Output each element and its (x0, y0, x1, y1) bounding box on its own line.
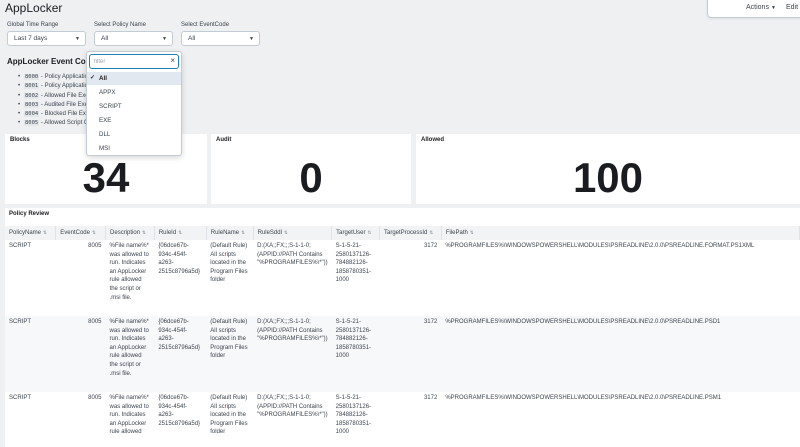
table-row[interactable]: SCRIPT 8005 %File name%* was allowed to … (5, 316, 800, 392)
policy-name-value: All (101, 35, 109, 42)
cell-target-user: S-1-5-21-2580137126-784882126-1858780351… (331, 392, 380, 447)
cell-rule-id: {06dce67b-934c-454f-a263-2515c8796a5d} (154, 316, 207, 392)
cell-target-user: S-1-5-21-2580137126-784882126-1858780351… (331, 316, 380, 392)
allowed-panel: Allowed 100 (416, 134, 800, 204)
sort-icon: ⇅ (178, 230, 182, 235)
cell-event-code: 8005 (55, 392, 106, 447)
blocks-label: Blocks (10, 137, 30, 143)
event-code-value: All (188, 35, 196, 42)
dropdown-option-script[interactable]: SCRIPT (87, 100, 181, 113)
column-header-rulename[interactable]: RuleName ⇅ (206, 226, 254, 240)
dropdown-option-dll[interactable]: DLL (87, 128, 181, 141)
sort-icon: ⇅ (43, 230, 47, 235)
cell-rule-id: {06dce67b-934c-454f-a263-2515c8796a5d} (154, 392, 207, 447)
cell-description: %File name%* was allowed to run. Indicat… (105, 316, 155, 392)
chevron-down-icon: ▼ (75, 36, 80, 42)
audit-value: 0 (299, 154, 323, 201)
cell-event-code: 8005 (55, 240, 106, 316)
top-actions-bar: Actions ▼ Edit (707, 0, 800, 18)
time-range-label: Global Time Range (7, 22, 59, 28)
cell-rule-sddl: D:(XA;;FX;;;S-1-1-0;(APPID://PATH Contai… (253, 240, 332, 316)
column-header-filepath[interactable]: FilePath ⇅ (441, 226, 800, 240)
dropdown-option-msi[interactable]: MSI (87, 142, 181, 155)
time-range-select[interactable]: Last 7 days ▼ (7, 31, 86, 46)
policy-name-select[interactable]: All ▼ (94, 31, 173, 46)
cell-description: %File name%* was allowed to run. Indicat… (105, 392, 155, 447)
cell-policy-name: SCRIPT (5, 240, 56, 316)
cell-rule-sddl: D:(XA;;FX;;;S-1-1-0;(APPID://PATH Contai… (253, 316, 332, 392)
app-header: AppLocker Actions ▼ Edit (0, 0, 800, 20)
column-header-policyname[interactable]: PolicyName ⇅ (5, 226, 57, 240)
dropdown-option-all[interactable]: ✓ All (87, 72, 181, 85)
event-code-select[interactable]: All ▼ (181, 31, 260, 46)
cell-process-id: 3172 (379, 316, 442, 392)
cell-target-user: S-1-5-21-2580137126-784882126-1858780351… (331, 240, 380, 316)
edit-button[interactable]: Edit (786, 4, 798, 11)
audit-panel: Audit 0 (211, 134, 411, 204)
time-range-value: Last 7 days (14, 35, 48, 42)
actions-label: Actions (746, 4, 769, 11)
check-icon: ✓ (90, 75, 96, 81)
cell-file-path: %PROGRAMFILES%\WINDOWSPOWERSHELL\MODULES… (441, 392, 800, 447)
allowed-value: 100 (572, 154, 644, 201)
column-header-targetuser[interactable]: TargetUser ⇅ (331, 226, 380, 240)
sort-icon: ⇅ (142, 230, 146, 235)
filter-box: × (89, 54, 179, 69)
chevron-down-icon: ▼ (249, 36, 254, 42)
policy-review-panel: Policy Review PolicyName ⇅ EventCode ⇅ Des… (5, 208, 800, 447)
cell-rule-name: (Default Rule) All scripts located in th… (206, 316, 254, 392)
cell-rule-name: (Default Rule) All scripts located in th… (206, 392, 254, 447)
table-row[interactable]: SCRIPT 8005 %File name%* was allowed to … (5, 240, 800, 316)
cell-rule-name: (Default Rule) All scripts located in th… (206, 240, 254, 316)
page-title: AppLocker (5, 1, 63, 15)
cell-process-id: 3172 (379, 240, 442, 316)
policy-review-table: PolicyName ⇅ EventCode ⇅ Description ⇅ Rule… (5, 226, 800, 447)
cell-event-code: 8005 (55, 316, 106, 392)
close-icon[interactable]: × (170, 56, 175, 66)
sort-icon: ⇅ (429, 230, 434, 235)
allowed-label: Allowed (421, 137, 445, 143)
policy-name-label: Select Policy Name (94, 22, 147, 28)
column-header-eventcode[interactable]: EventCode ⇅ (55, 226, 107, 240)
sort-icon: ⇅ (91, 230, 96, 235)
cell-file-path: %PROGRAMFILES%\WINDOWSPOWERSHELL\MODULES… (441, 240, 800, 316)
filter-input[interactable] (94, 57, 164, 66)
audit-label: Audit (216, 137, 232, 143)
cell-policy-name: SCRIPT (5, 316, 56, 392)
column-header-ruleid[interactable]: RuleId ⇅ (154, 226, 207, 240)
sort-icon: ⇅ (283, 230, 288, 235)
cell-process-id: 3172 (379, 392, 442, 447)
event-code-label: Select EventCode (181, 22, 230, 28)
column-header-targetprocessid[interactable]: TargetProcessId ⇅ (379, 226, 442, 240)
column-header-rulesddl[interactable]: RuleSddl ⇅ (253, 226, 333, 240)
dropdown-option-exe[interactable]: EXE (87, 114, 181, 127)
policy-name-dropdown: × ✓All APPX SCRIPT EXE DLL MSI (86, 51, 182, 156)
cell-policy-name: SCRIPT (5, 392, 56, 447)
blocks-value: 34 (82, 154, 130, 201)
cell-rule-sddl: D:(XA;;FX;;;S-1-1-0;(APPID://PATH Contai… (253, 392, 332, 447)
table-row[interactable]: SCRIPT 8005 %File name%* was allowed to … (5, 392, 800, 447)
column-header-description[interactable]: Description ⇅ (105, 226, 155, 240)
policy-review-title: Policy Review (9, 211, 50, 217)
cell-file-path: %PROGRAMFILES%\WINDOWSPOWERSHELL\MODULES… (441, 316, 800, 392)
actions-button[interactable]: Actions ▼ (746, 4, 776, 11)
sort-icon: ⇅ (367, 230, 372, 235)
cell-rule-id: {06dce67b-934c-454f-a263-2515c8796a5d} (154, 240, 207, 316)
cell-description: %File name%* was allowed to run. Indicat… (105, 240, 155, 316)
chevron-down-icon: ▼ (770, 5, 776, 11)
sort-icon: ⇅ (469, 230, 474, 235)
chevron-down-icon: ▼ (162, 36, 167, 42)
dropdown-option-appx[interactable]: APPX (87, 86, 181, 99)
sort-icon: ⇅ (241, 230, 245, 235)
